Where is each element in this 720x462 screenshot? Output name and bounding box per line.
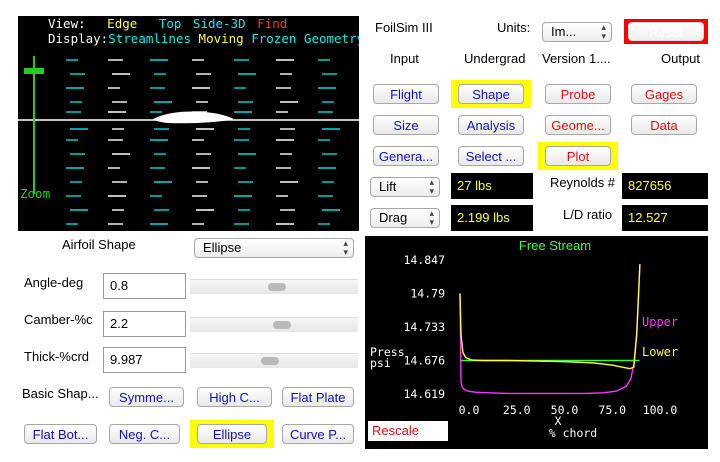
airfoil-shape (153, 111, 234, 124)
output-label: Output (661, 51, 701, 66)
plot-button[interactable]: Plot (545, 146, 611, 166)
camber-slider[interactable] (190, 317, 358, 332)
zoom-slider-knob (24, 68, 44, 74)
airfoil-view-panel[interactable]: View: Edge Top Side-3D Find Display:Stre… (18, 16, 359, 231)
thick-slider-knob[interactable] (260, 357, 279, 365)
series-line-lower (459, 264, 641, 370)
shape-button[interactable]: Shape (458, 84, 524, 104)
y-tick-label: 14.79 (410, 287, 445, 301)
camber-input[interactable]: 2.2 (103, 311, 186, 337)
ld-label: L/D ratio (563, 207, 613, 222)
shape-select[interactable]: Ellipse ▴ ▾ (194, 238, 354, 258)
app-title: FoilSim III (375, 20, 433, 35)
units-label: Units: (497, 20, 531, 35)
general-button[interactable]: Genera... (373, 146, 439, 166)
shape-panel-title: Airfoil Shape (62, 237, 136, 252)
drag-select[interactable]: Drag ▴ ▾ (370, 208, 440, 228)
y-tick-label: 14.619 (403, 387, 445, 401)
lift-select-value: Lift (379, 179, 397, 194)
plot-xlabel: % chord (549, 426, 597, 440)
angle-slider-knob[interactable] (268, 283, 286, 291)
updown-icon: ▴ ▾ (601, 22, 606, 41)
updown-icon: ▴ ▾ (429, 208, 434, 227)
flight-button[interactable]: Flight (373, 84, 439, 104)
series-line-upper (459, 264, 641, 395)
x-tick-label: 100.0 (643, 403, 678, 417)
curve-plate-button[interactable]: Curve P... (282, 424, 354, 444)
reynolds-value: 827656 (622, 173, 708, 199)
y-tick-label: 14.847 (403, 253, 445, 267)
flow-field (18, 56, 359, 225)
level-label: Undergrad (464, 51, 526, 66)
plot-ylabel-unit: psi (370, 356, 391, 370)
lift-value: 27 lbs (451, 173, 533, 199)
lift-select[interactable]: Lift ▴ ▾ (370, 177, 440, 197)
shape-select-value: Ellipse (203, 240, 242, 255)
probe-button[interactable]: Probe (545, 84, 611, 104)
camber-label: Camber-%c (24, 312, 93, 327)
input-label: Input (390, 51, 419, 66)
neg-camber-button[interactable]: Neg. C... (109, 424, 180, 444)
drag-value: 2.199 lbs (451, 205, 533, 231)
angle-label: Angle-deg (24, 275, 84, 290)
camber-slider-knob[interactable] (272, 321, 291, 329)
y-tick-label: 14.676 (403, 354, 445, 368)
thick-label: Thick-%crd (24, 349, 90, 364)
thick-input[interactable]: 9.987 (103, 347, 186, 373)
high-camber-button[interactable]: High C... (197, 387, 272, 407)
x-tick-label: 0.0 (459, 403, 480, 417)
drag-select-value: Drag (379, 210, 408, 225)
zoom-label: Zoom (20, 186, 51, 201)
flat-plate-button[interactable]: Flat Plate (282, 387, 354, 407)
x-tick-label: 75.0 (598, 403, 626, 417)
units-value: Im... (551, 24, 577, 39)
ellipse-button[interactable]: Ellipse (197, 424, 267, 444)
y-tick-label: 14.733 (403, 320, 445, 334)
data-button[interactable]: Data (631, 115, 697, 135)
plot-title: Free Stream (519, 238, 591, 253)
x-tick-label: 25.0 (503, 403, 531, 417)
select-button[interactable]: Select ... (458, 146, 524, 166)
legend-upper: Upper (642, 315, 678, 329)
reset-button[interactable]: Reset (628, 22, 704, 41)
gages-button[interactable]: Gages (631, 84, 697, 104)
rescale-button[interactable]: Rescale (368, 421, 448, 441)
pressure-plot-panel: Free Stream 14.847 14.79 14.733 14.676 14.61… (365, 236, 708, 449)
geometry-button[interactable]: Geome... (545, 115, 611, 135)
pressure-plot: Free Stream 14.847 14.79 14.733 14.676 14.61… (370, 238, 678, 440)
angle-slider[interactable] (190, 279, 358, 294)
thick-slider[interactable] (190, 353, 358, 368)
version-label: Version 1.... (542, 51, 611, 66)
reynolds-label: Reynolds # (550, 175, 616, 190)
ld-value: 12.527 (622, 205, 708, 231)
angle-input[interactable]: 0.8 (103, 273, 186, 299)
basic-shapes-label: Basic Shap... (22, 386, 99, 401)
units-select[interactable]: Im... ▴ ▾ (542, 22, 612, 42)
updown-icon: ▴ ▾ (429, 177, 434, 196)
updown-icon: ▴ ▾ (343, 238, 348, 257)
analysis-button[interactable]: Analysis (458, 115, 524, 135)
flat-bottom-button[interactable]: Flat Bot... (24, 424, 97, 444)
symmetric-button[interactable]: Symme... (109, 387, 184, 407)
legend-lower: Lower (642, 345, 678, 359)
size-button[interactable]: Size (373, 115, 439, 135)
